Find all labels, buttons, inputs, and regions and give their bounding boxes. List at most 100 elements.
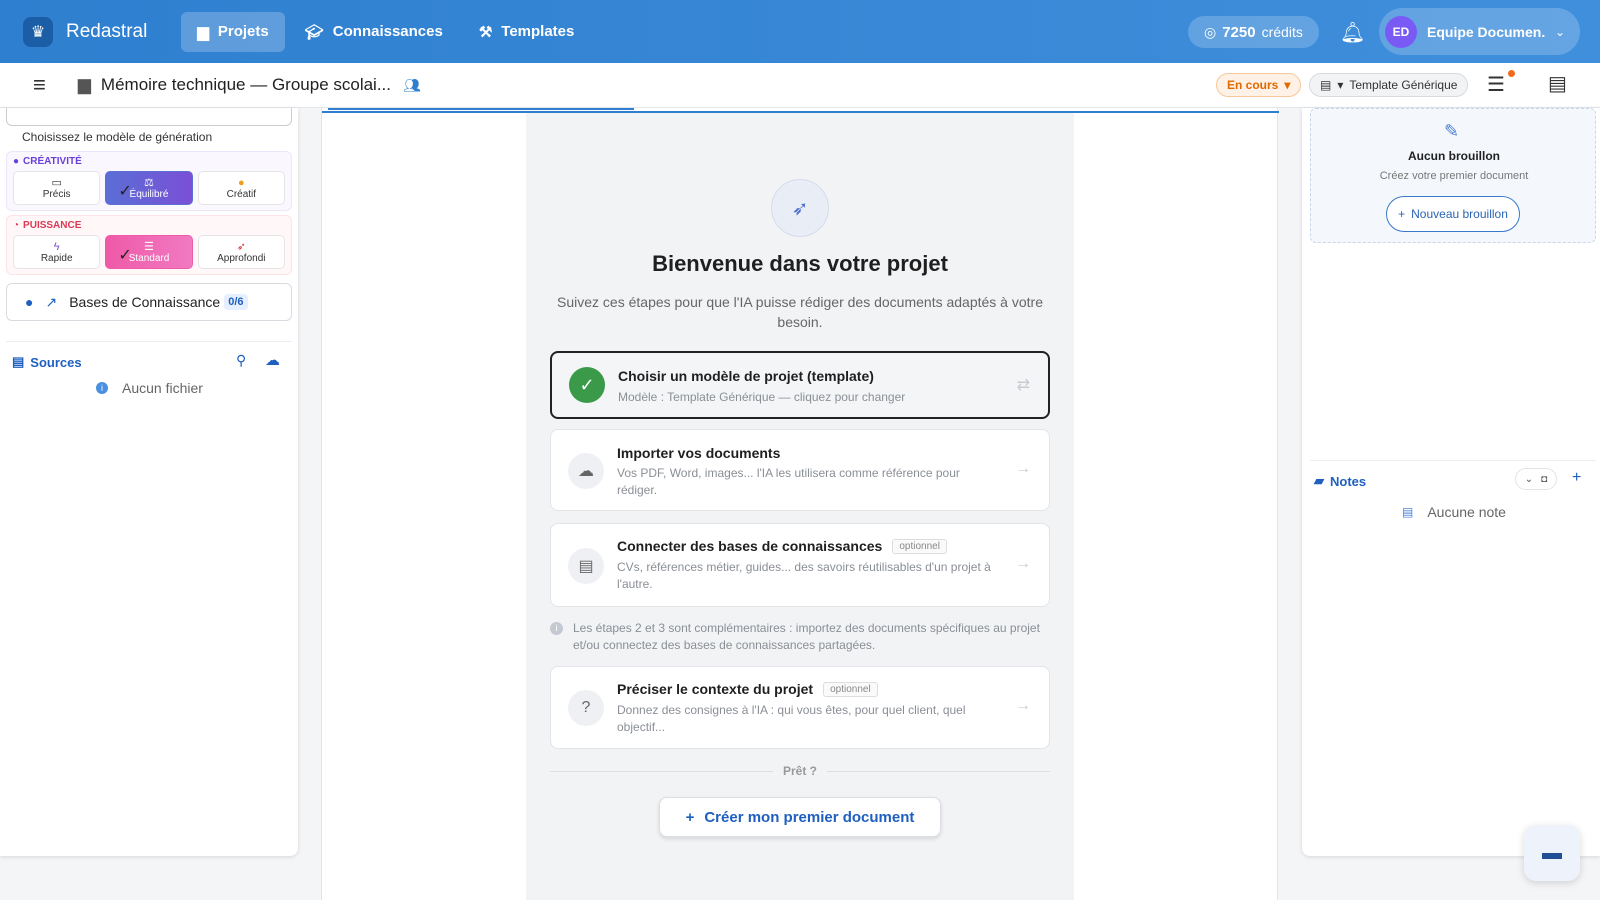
active-tab-indicator <box>328 108 634 110</box>
menu-icon[interactable]: ≡ <box>33 72 46 98</box>
option-equilibre[interactable]: ✓ ⚖ Équilibré <box>105 171 193 205</box>
prompt-input[interactable] <box>6 108 292 126</box>
welcome-subtitle: Suivez ces étapes pour que l'IA puisse r… <box>557 294 1043 330</box>
check-icon: ✓ <box>118 247 132 264</box>
drafts-empty-subtitle: Créez votre premier document <box>1379 170 1529 182</box>
create-first-document-button[interactable]: + Créer mon premier document <box>659 797 941 837</box>
rocket-icon: ➶ <box>236 240 246 253</box>
new-draft-button[interactable]: + Nouveau brouillon <box>1386 196 1520 232</box>
project-title[interactable]: Mémoire technique — Groupe scolai... <box>101 75 391 95</box>
option-creatif[interactable]: ● Créatif <box>197 171 285 205</box>
step-desc: CVs, références métier, guides... des sa… <box>617 560 991 591</box>
knowledge-bases-button[interactable]: ● ↗ Bases de Connaissance 0/6 <box>6 283 292 321</box>
edit-document-icon: ✎ <box>1444 121 1460 141</box>
status-badge[interactable]: En cours ▾ <box>1216 73 1302 97</box>
creativity-options: ▭ Précis ✓ ⚖ Équilibré ● Créatif <box>13 171 285 205</box>
nav-label: Templates <box>501 23 575 40</box>
left-panel: Choisissez le modèle de génération ● CRÉ… <box>0 108 298 856</box>
chevron-down-icon: ⌄ <box>1555 24 1566 39</box>
option-label: Rapide <box>40 252 73 264</box>
option-precis[interactable]: ▭ Précis <box>13 171 101 205</box>
generation-model-label: Choisissez le modèle de génération <box>22 130 213 144</box>
divider <box>6 341 292 342</box>
mask-icon: ◘ <box>1541 473 1548 485</box>
caret-down-icon: ▾ <box>1284 78 1291 92</box>
step-desc: Modèle : Template Générique — cliquez po… <box>618 390 906 404</box>
power-options: ϟ Rapide ✓ ☰ Standard ➶ Approfondi <box>13 235 285 269</box>
step-title-label: Préciser le contexte du projet <box>617 681 814 697</box>
step-title-label: Choisir un modèle de projet (template) <box>618 368 874 384</box>
step-title-label: Connecter des bases de connaissances <box>617 538 883 554</box>
app-brand[interactable]: Redastral <box>66 21 147 43</box>
lightbulb-icon: ● <box>25 294 34 310</box>
arrow-right-icon: → <box>1015 460 1031 477</box>
user-menu[interactable]: ED Equipe Documen... ⌄ <box>1379 8 1580 55</box>
notes-filter-toggle[interactable]: ⌄ ◘ <box>1515 468 1557 490</box>
optional-badge: optionnel <box>823 681 878 697</box>
option-standard[interactable]: ✓ ☰ Standard <box>105 235 193 269</box>
step-desc: Vos PDF, Word, images... l'IA les utilis… <box>617 466 960 497</box>
cloud-upload-icon[interactable]: ☁ <box>265 351 280 369</box>
option-approfondi[interactable]: ➶ Approfondi <box>197 235 285 269</box>
question-icon: ? <box>568 690 604 726</box>
palette-icon: ● <box>13 156 20 167</box>
step-title-label: Importer vos documents <box>617 445 781 461</box>
notes-header: ▰ Notes <box>1314 473 1366 489</box>
people-icon[interactable]: 👥︎ <box>403 77 421 94</box>
nav-connaissances[interactable]: 🎓︎ Connaissances <box>289 12 459 52</box>
document-icon[interactable]: ▤ <box>1548 71 1567 96</box>
step-project-context[interactable]: ? Préciser le contexte du projet optionn… <box>550 666 1050 749</box>
arrow-right-icon: → <box>1015 697 1031 714</box>
step-desc: Donnez des consignes à l'IA : qui vous ê… <box>617 703 966 734</box>
info-icon: i <box>550 622 563 635</box>
step-title: Connecter des bases de connaissances opt… <box>617 538 947 554</box>
nav-projets[interactable]: ▆ Projets <box>181 11 285 52</box>
option-label: Créatif <box>226 188 257 200</box>
add-note-icon[interactable]: + <box>1572 469 1581 487</box>
top-bar: ♛ Redastral ▆ Projets 🎓︎ Connaissances ⚒… <box>0 0 1600 63</box>
coins-icon: ◎ <box>1204 23 1217 40</box>
option-label: Équilibré <box>129 188 169 200</box>
folder-icon: ▆ <box>197 23 209 41</box>
divider-line <box>550 770 773 772</box>
welcome-title: Bienvenue dans votre projet <box>652 251 948 276</box>
speedometer-icon: ◔ <box>13 220 20 231</box>
template-select[interactable]: ▤ ▾ Template Générique <box>1309 73 1469 97</box>
external-link-icon: ↗ <box>45 293 58 310</box>
credits-badge[interactable]: ◎ 7250 crédits <box>1188 16 1319 48</box>
chat-button[interactable]: ▬ <box>1524 825 1580 881</box>
rocket-icon: ➶ <box>771 179 829 237</box>
template-label: Template Générique <box>1349 78 1458 92</box>
chat-icon: ▬ <box>1542 841 1562 864</box>
power-section: ◔ PUISSANCE ϟ Rapide ✓ ☰ Standard ➶ Appr… <box>6 215 292 275</box>
info-note: i Les étapes 2 et 3 sont complémentaires… <box>550 620 1050 654</box>
project-toolbar: ≡ ▆ Mémoire technique — Groupe scolai...… <box>0 63 1600 108</box>
search-icon[interactable]: ⚲ <box>236 352 246 369</box>
notes-title: Notes <box>1330 473 1367 489</box>
sliders-icon: ☰ <box>144 240 154 253</box>
plus-icon: + <box>685 808 695 826</box>
step-choose-template[interactable]: ✓ Choisir un modèle de projet (template)… <box>550 351 1050 419</box>
drafts-empty-title: Aucun brouillon <box>1408 149 1500 163</box>
info-icon: i <box>96 382 108 394</box>
tools-icon: ⚒ <box>478 23 493 41</box>
divider <box>1310 460 1596 461</box>
step-connect-kb[interactable]: ▤ Connecter des bases de connaissances o… <box>550 523 1050 607</box>
bell-icon[interactable]: 🔔︎ <box>1340 20 1365 45</box>
check-circle-icon: ✓ <box>569 367 605 403</box>
bolt-icon: ϟ <box>53 240 60 253</box>
note-icon: ▰ <box>1314 473 1324 488</box>
sliders-icon[interactable]: ☰ <box>1487 72 1505 97</box>
notes-empty: ▤ Aucune note <box>1402 504 1506 520</box>
nav-templates[interactable]: ⚒ Templates <box>463 12 591 52</box>
graduation-cap-icon: 🎓︎ <box>304 23 324 41</box>
ruler-icon: ▭ <box>51 176 62 189</box>
app-logo-icon[interactable]: ♛ <box>23 16 53 47</box>
option-label: Approfondi <box>217 252 266 264</box>
note-icon: ▤ <box>1402 505 1414 519</box>
plus-icon: + <box>1398 207 1406 221</box>
option-rapide[interactable]: ϟ Rapide <box>13 235 101 269</box>
step-import-documents[interactable]: ☁ Importer vos documents Vos PDF, Word, … <box>550 429 1050 511</box>
right-panel: ✎ Aucun brouillon Créez votre premier do… <box>1302 108 1600 856</box>
kb-label: Bases de Connaissance <box>69 294 221 310</box>
